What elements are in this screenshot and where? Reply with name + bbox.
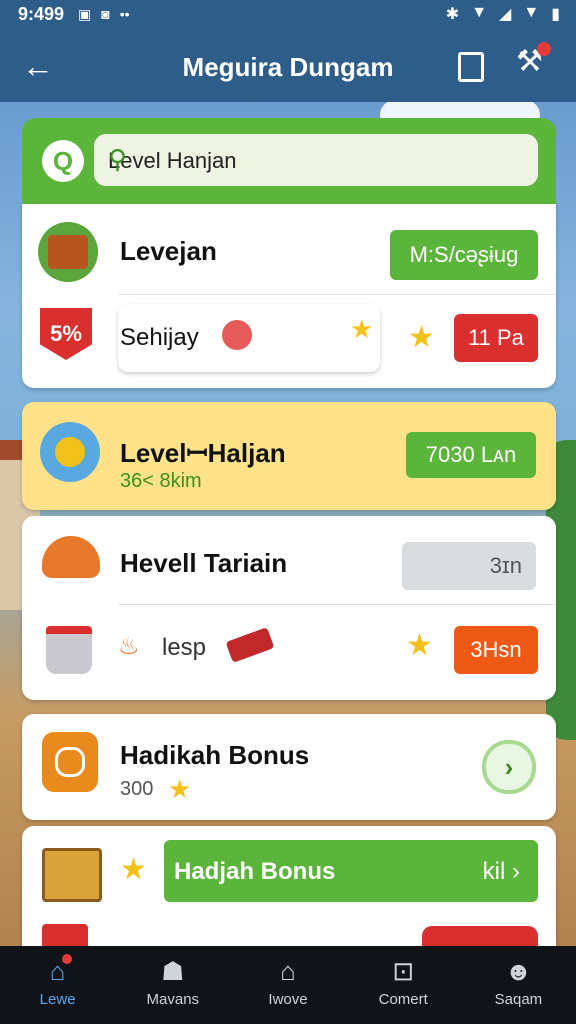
card-title: Levejan — [120, 236, 217, 266]
character-icon: ☗ — [161, 956, 185, 986]
nav-item-lewe[interactable]: ⌂ Lewe — [0, 946, 115, 1024]
card-title: LevelꟷHaljan — [120, 438, 286, 468]
button-label: Hadjah Bonus — [174, 858, 336, 885]
chip-label: Sehijay — [120, 324, 199, 351]
star-icon: ★ — [408, 321, 435, 354]
home-icon: ⌂ — [49, 956, 66, 986]
wifi-icon: ▼ — [523, 4, 540, 21]
tablet-icon[interactable] — [458, 52, 484, 82]
card-title: Hevell Tariain — [120, 548, 288, 578]
divider — [118, 294, 556, 295]
search-logo-icon: Q — [42, 140, 84, 182]
nav-label: Lewe — [39, 991, 76, 1008]
star-icon: ★ — [120, 853, 147, 886]
nav-item-iwove[interactable]: ⌂ Iwove — [230, 946, 345, 1024]
row-label: lesp — [162, 634, 207, 661]
card-hadjah-bonus[interactable]: ★ Hadjah Bonus kil › — [22, 826, 556, 948]
tools-icon[interactable]: ⚒ — [516, 42, 551, 79]
chest-icon — [38, 222, 98, 282]
search-icon[interactable]: ⚲ — [108, 144, 524, 175]
nav-item-saqam[interactable]: ☻ Saqam — [461, 946, 576, 1024]
bucket-icon — [46, 626, 92, 674]
divider — [118, 604, 556, 605]
flame-icon: ♨ — [118, 633, 140, 660]
card-hevell-tariain[interactable]: Hevell Tariain 3ɪn ♨ lesp ★ 3Hsn — [22, 516, 556, 700]
card-subtitle: 36< 8kim — [120, 470, 202, 492]
nav-label: Saqam — [494, 991, 543, 1008]
app-notification-icon: ◙ — [101, 6, 110, 22]
comment-icon: ⊡ — [392, 956, 415, 986]
card-title: Hadikah Bonus — [120, 740, 310, 770]
status-bar: 9:499 ▣ ◙ •• ✱ ▼ ◢ ▼ ▮ — [0, 0, 576, 30]
content-panel: Q Level Hanjan ⚲ Levejan M:S/cəʂɨug 5% S… — [22, 118, 556, 948]
bonus-value: 300 — [120, 778, 154, 800]
card-level-haljan[interactable]: LevelꟷHaljan 36< 8kim 7030 Lᴀn — [22, 402, 556, 510]
wifi-icon: ▼ — [471, 4, 488, 21]
search-header: Q Level Hanjan ⚲ — [22, 118, 556, 204]
notification-dot — [62, 954, 72, 964]
sehijay-chip[interactable]: Sehijay ★ — [118, 304, 380, 372]
key-icon — [40, 422, 100, 482]
partial-button[interactable] — [422, 926, 538, 948]
nav-label: Comert — [378, 991, 428, 1008]
card-action-button[interactable]: 7030 Lᴀn — [406, 432, 536, 478]
pot-icon — [42, 536, 100, 578]
more-notifications-icon: •• — [119, 6, 130, 22]
card-action-button[interactable]: 3ɪn — [402, 542, 536, 590]
fire-item-icon — [225, 627, 275, 663]
signal-icon: ◢ — [499, 6, 512, 23]
battery-icon: ▮ — [551, 6, 560, 23]
star-icon: ★ — [168, 774, 192, 804]
card-hadikah-bonus[interactable]: Hadikah Bonus 300 ★ › — [22, 714, 556, 820]
crate-icon — [42, 848, 102, 902]
star-icon: ★ — [406, 629, 433, 662]
app-bar: ← Meguira Dungam ⚒ — [0, 30, 576, 102]
nav-item-comert[interactable]: ⊡ Comert — [346, 946, 461, 1024]
card-levejan[interactable]: Levejan M:S/cəʂɨug 5% Sehijay ★ ★ 11 Pa — [22, 204, 556, 388]
hadjah-bonus-button[interactable]: Hadjah Bonus kil › — [164, 840, 538, 902]
status-right-icons: ✱ ▼ ◢ ▼ ▮ — [446, 4, 560, 24]
candy-icon — [222, 320, 252, 350]
button-arrow: kil › — [482, 858, 520, 885]
profile-icon: ☻ — [504, 956, 533, 986]
nav-label: Iwove — [268, 991, 308, 1008]
price-button[interactable]: 11 Pa — [454, 314, 538, 362]
bluetooth-icon: ✱ — [445, 6, 460, 23]
nav-item-mavans[interactable]: ☗ Mavans — [115, 946, 230, 1024]
chest-icon — [42, 924, 88, 948]
card-action-button[interactable]: M:S/cəʂɨug — [390, 230, 538, 280]
status-time: 9:499 — [18, 4, 65, 24]
notification-dot — [536, 42, 551, 56]
page-title: Meguira Dungam — [182, 52, 394, 82]
bottom-navigation: ⌂ Lewe ☗ Mavans ⌂ Iwove ⊡ Comert ☻ Saqam — [0, 946, 576, 1024]
nav-label: Mavans — [146, 991, 200, 1008]
price-button[interactable]: 3Hsn — [454, 626, 538, 674]
star-icon: ★ — [350, 314, 374, 344]
search-input[interactable]: Level Hanjan ⚲ — [94, 134, 538, 186]
discount-badge-icon: 5% — [40, 308, 92, 360]
notification-icon: ▣ — [78, 6, 92, 22]
bag-icon — [42, 732, 98, 792]
house-icon: ⌂ — [280, 956, 296, 986]
chevron-right-icon[interactable]: › — [482, 740, 536, 794]
status-left-icons: ▣ ◙ •• — [78, 6, 130, 23]
